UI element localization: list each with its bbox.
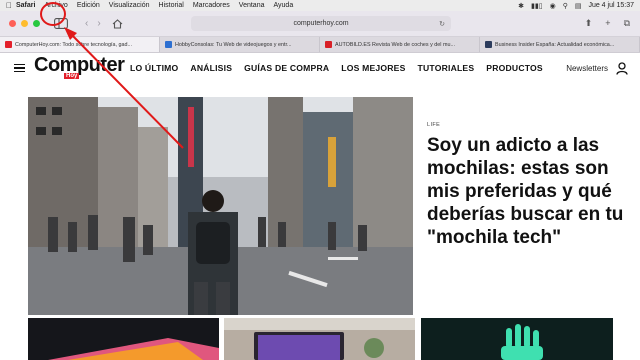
nav-guias-de-compra[interactable]: GUÍAS DE COMPRA bbox=[244, 63, 329, 73]
article-card-3[interactable] bbox=[421, 318, 613, 360]
home-icon bbox=[112, 18, 123, 29]
new-tab-icon[interactable]: + bbox=[605, 18, 610, 29]
tab-bar: ComputerHoy.com: Todo sobre tecnología, … bbox=[0, 37, 640, 53]
macos-menubar:  Safari Archivo Edición Visualización H… bbox=[0, 0, 640, 11]
share-icon[interactable]: ⬆ bbox=[585, 18, 593, 29]
menu-visualizacion[interactable]: Visualización bbox=[109, 2, 150, 9]
laptop-illustration bbox=[28, 318, 219, 360]
apple-icon[interactable]:  bbox=[6, 1, 16, 10]
safari-toolbar: ‹ › computerhoy.com ↻ ⬆ + ⧉ bbox=[0, 11, 640, 37]
street-scene-illustration bbox=[28, 97, 413, 315]
tab-hobbyconsolas[interactable]: HobbyConsolas: Tu Web de videojuegos y e… bbox=[160, 37, 320, 52]
tab-label: ComputerHoy.com: Todo sobre tecnología, … bbox=[15, 41, 132, 48]
annotation-highlight-ring bbox=[40, 2, 66, 26]
menu-edicion[interactable]: Edición bbox=[77, 2, 100, 9]
main-nav: LO ÚLTIMO ANÁLISIS GUÍAS DE COMPRA LOS M… bbox=[130, 63, 543, 73]
article-card-1[interactable] bbox=[28, 318, 219, 360]
autobild-favicon-icon bbox=[325, 41, 332, 48]
search-icon[interactable]: ⚲ bbox=[563, 2, 568, 10]
menu-ayuda[interactable]: Ayuda bbox=[273, 2, 293, 9]
menu-historial[interactable]: Historial bbox=[159, 2, 184, 9]
close-window-button[interactable] bbox=[9, 20, 16, 27]
battery-icon[interactable]: ▮▮▯ bbox=[531, 2, 543, 10]
address-bar-url: computerhoy.com bbox=[293, 20, 349, 27]
window-controls bbox=[9, 20, 40, 27]
hobbyconsolas-favicon-icon bbox=[165, 41, 172, 48]
reload-icon[interactable]: ↻ bbox=[439, 20, 445, 28]
nav-los-mejores[interactable]: LOS MEJORES bbox=[341, 63, 405, 73]
menubar-status-area: ✱ ▮▮▯ ◉ ⚲ ▤ Jue 4 jul 15:37 bbox=[518, 2, 634, 10]
user-account-button[interactable] bbox=[616, 61, 628, 75]
user-icon bbox=[616, 61, 628, 75]
tab-overview-icon[interactable]: ⧉ bbox=[624, 18, 630, 29]
zoom-window-button[interactable] bbox=[33, 20, 40, 27]
nav-tutoriales[interactable]: TUTORIALES bbox=[418, 63, 475, 73]
forward-icon[interactable]: › bbox=[97, 18, 100, 29]
tab-computerhoy[interactable]: ComputerHoy.com: Todo sobre tecnología, … bbox=[0, 37, 160, 52]
nav-lo-ultimo[interactable]: LO ÚLTIMO bbox=[130, 63, 178, 73]
wifi-icon[interactable]: ◉ bbox=[550, 2, 556, 10]
newsletters-link[interactable]: Newsletters bbox=[566, 64, 608, 73]
robot-hand-illustration bbox=[421, 318, 613, 360]
computerhoy-favicon-icon bbox=[5, 41, 12, 48]
nav-productos[interactable]: PRODUCTOS bbox=[486, 63, 543, 73]
hamburger-menu-icon[interactable] bbox=[14, 63, 25, 73]
tab-label: HobbyConsolas: Tu Web de videojuegos y e… bbox=[175, 41, 292, 48]
nav-analisis[interactable]: ANÁLISIS bbox=[190, 63, 232, 73]
tab-autobild[interactable]: AUTOBILD.ES Revista Web de coches y del … bbox=[320, 37, 480, 52]
address-bar[interactable]: computerhoy.com ↻ bbox=[191, 16, 451, 31]
menu-marcadores[interactable]: Marcadores bbox=[193, 2, 230, 9]
hero-article-text: LIFE Soy un adicto a las mochilas: estas… bbox=[427, 122, 627, 249]
tab-label: Business Insider España: Actualidad econ… bbox=[495, 41, 615, 48]
logo-badge: Hoy bbox=[64, 73, 80, 79]
hero-article-image[interactable] bbox=[28, 97, 413, 315]
control-center-icon[interactable]: ▤ bbox=[575, 2, 582, 10]
bluetooth-icon[interactable]: ✱ bbox=[518, 2, 524, 10]
article-category-tag[interactable]: LIFE bbox=[427, 122, 627, 128]
tab-businessinsider[interactable]: Business Insider España: Actualidad econ… bbox=[480, 37, 640, 52]
back-icon[interactable]: ‹ bbox=[85, 18, 88, 29]
article-card-2[interactable] bbox=[224, 318, 415, 360]
minimize-window-button[interactable] bbox=[21, 20, 28, 27]
tab-label: AUTOBILD.ES Revista Web de coches y del … bbox=[335, 41, 455, 48]
tablet-illustration bbox=[224, 318, 415, 360]
home-button[interactable] bbox=[112, 18, 123, 29]
site-logo[interactable]: Computer Hoy bbox=[34, 53, 125, 83]
menubar-clock[interactable]: Jue 4 jul 15:37 bbox=[588, 2, 634, 9]
toolbar-right-actions: ⬆ + ⧉ bbox=[585, 18, 630, 29]
article-headline[interactable]: Soy un adicto a las mochilas: estas son … bbox=[427, 134, 627, 249]
businessinsider-favicon-icon bbox=[485, 41, 492, 48]
menu-app-name[interactable]: Safari bbox=[16, 2, 35, 9]
site-header: Computer Hoy LO ÚLTIMO ANÁLISIS GUÍAS DE… bbox=[0, 53, 640, 83]
menu-ventana[interactable]: Ventana bbox=[239, 2, 265, 9]
history-nav: ‹ › bbox=[85, 18, 101, 29]
